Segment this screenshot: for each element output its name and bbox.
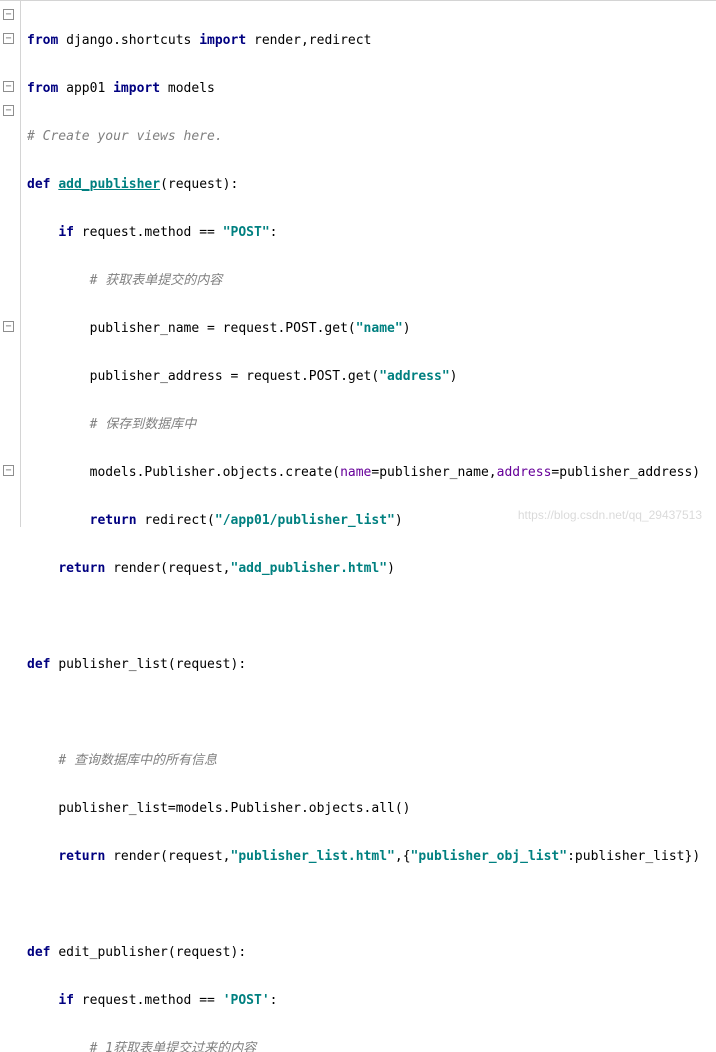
code-line: # 获取表单提交的内容: [27, 269, 716, 293]
code-line: [27, 701, 716, 725]
code-editor[interactable]: from django.shortcuts import render,redi…: [0, 0, 716, 527]
code-line: if request.method == "POST":: [27, 221, 716, 245]
code-line: if request.method == 'POST':: [27, 989, 716, 1013]
fold-gutter: [0, 1, 21, 527]
code-line: publisher_name = request.POST.get("name"…: [27, 317, 716, 341]
fold-marker[interactable]: [3, 33, 14, 44]
code-line: def add_publisher(request):: [27, 173, 716, 197]
code-line: # Create your views here.: [27, 125, 716, 149]
code-line: [27, 893, 716, 917]
code-line: publisher_address = request.POST.get("ad…: [27, 365, 716, 389]
fold-marker[interactable]: [3, 465, 14, 476]
code-line: return render(request,"publisher_list.ht…: [27, 845, 716, 869]
code-line: # 1获取表单提交过来的内容: [27, 1037, 716, 1052]
code-line: def publisher_list(request):: [27, 653, 716, 677]
code-line: return render(request,"add_publisher.htm…: [27, 557, 716, 581]
code-line: [27, 605, 716, 629]
fold-marker[interactable]: [3, 9, 14, 20]
code-line: def edit_publisher(request):: [27, 941, 716, 965]
code-line: models.Publisher.objects.create(name=pub…: [27, 461, 716, 485]
code-line: return redirect("/app01/publisher_list"): [27, 509, 716, 533]
code-area[interactable]: from django.shortcuts import render,redi…: [21, 1, 716, 527]
code-line: publisher_list=models.Publisher.objects.…: [27, 797, 716, 821]
fold-marker[interactable]: [3, 81, 14, 92]
fold-marker[interactable]: [3, 321, 14, 332]
code-line: from app01 import models: [27, 77, 716, 101]
fold-marker[interactable]: [3, 105, 14, 116]
code-line: # 保存到数据库中: [27, 413, 716, 437]
code-line: # 查询数据库中的所有信息: [27, 749, 716, 773]
code-line: from django.shortcuts import render,redi…: [27, 29, 716, 53]
